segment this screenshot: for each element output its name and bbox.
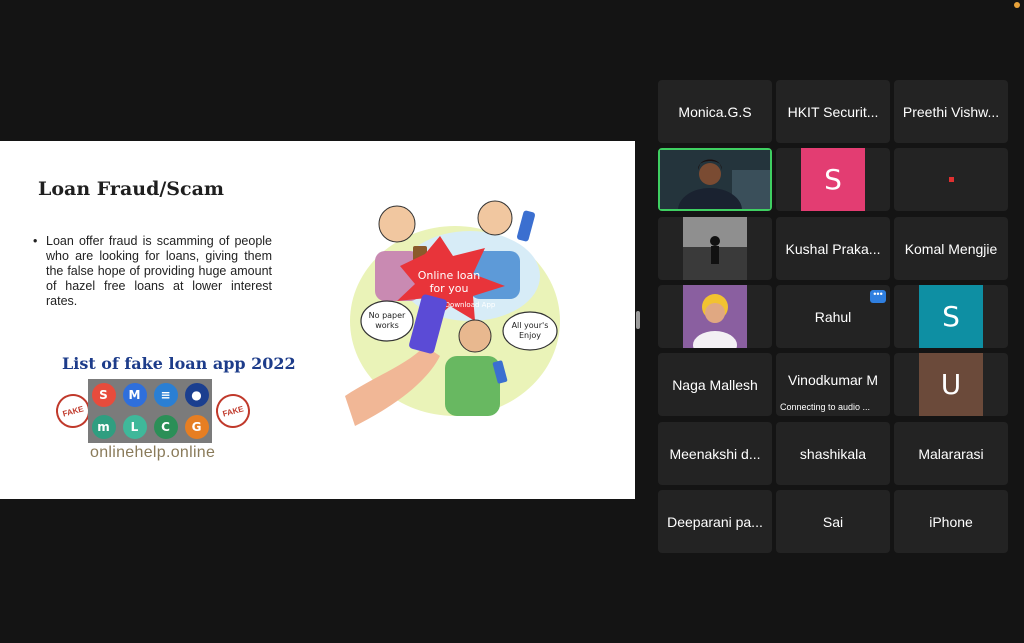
fake-app-icon: ≡	[153, 383, 178, 407]
fake-apps-title: List of fake loan app 2022	[62, 354, 296, 373]
participant-tile[interactable]	[658, 285, 772, 348]
bubble-left-line-1: No paper	[369, 311, 406, 320]
participant-tile[interactable]: Malararasi	[894, 422, 1008, 485]
participant-avatar: S	[919, 285, 983, 348]
participant-name: Deeparani pa...	[667, 513, 763, 530]
fake-stamp-right: FAKE	[212, 390, 254, 432]
fake-app-icon: m	[91, 415, 116, 439]
participant-tile[interactable]: Preethi Vishw...	[894, 80, 1008, 143]
notification-dot	[1014, 2, 1020, 8]
site-url: onlinehelp.online	[90, 444, 216, 461]
bubble-right-line-2: Enjoy	[519, 331, 541, 340]
participant-name: Naga Mallesh	[672, 376, 758, 393]
fake-stamp-left-label: FAKE	[61, 403, 85, 419]
fake-stamp-right-label: FAKE	[221, 403, 245, 419]
fake-apps-grid: S M ≡ ● m L C G	[88, 379, 212, 443]
participant-tile[interactable]	[658, 148, 772, 211]
participant-name: Kushal Praka...	[785, 240, 881, 257]
fake-app-icon: L	[122, 415, 147, 439]
participant-name: Komal Mengjie	[904, 240, 998, 257]
loan-fraud-cartoon: Online loan for you Download App No pape…	[345, 200, 560, 426]
participant-name: Preethi Vishw...	[902, 103, 1000, 120]
participant-tile[interactable]: S	[776, 148, 890, 211]
participant-avatar: U	[919, 353, 983, 416]
participant-tile[interactable]: S	[894, 285, 1008, 348]
fake-app-icon: ●	[184, 383, 209, 407]
participant-video	[660, 150, 770, 209]
participant-name: Meenakshi d...	[669, 445, 761, 462]
participant-avatar: S	[801, 148, 865, 211]
download-label: Download App	[445, 301, 496, 309]
participant-tile[interactable]: iPhone	[894, 490, 1008, 553]
audio-status: Connecting to audio ...	[780, 402, 871, 412]
more-options-icon[interactable]: •••	[870, 290, 886, 303]
participant-tile[interactable]: Kushal Praka...	[776, 217, 890, 280]
banner-line-1: Online loan	[418, 269, 481, 282]
recording-dot-icon	[948, 177, 954, 182]
participant-tile[interactable]: shashikala	[776, 422, 890, 485]
participant-tile[interactable]: HKIT Securit...	[776, 80, 890, 143]
participant-name: Vinodkumar M	[787, 371, 878, 388]
banner-line-2: for you	[430, 282, 469, 295]
participant-name: Rahul	[814, 308, 852, 325]
participant-tile[interactable]: Meenakshi d...	[658, 422, 772, 485]
participant-name: Monica.G.S	[678, 103, 752, 120]
participant-name: iPhone	[929, 513, 973, 530]
shared-screen-slide: Loan Fraud/Scam Loan offer fraud is scam…	[0, 141, 635, 499]
participant-tile[interactable]: Naga Mallesh	[658, 353, 772, 416]
participant-tile[interactable]	[658, 217, 772, 280]
participant-name: Malararasi	[918, 445, 984, 462]
participant-tile[interactable]: Vinodkumar M Connecting to audio ...	[776, 353, 890, 416]
fake-app-icon: S	[91, 383, 116, 407]
bubble-right-line-1: All your's	[512, 321, 549, 330]
participant-tile[interactable]: Rahul •••	[776, 285, 890, 348]
participant-name: HKIT Securit...	[787, 103, 879, 120]
participant-name: Sai	[822, 513, 844, 530]
bubble-left-line-2: works	[375, 321, 399, 330]
participant-photo	[683, 217, 747, 280]
fake-app-icon: C	[153, 415, 178, 439]
participant-tile[interactable]: Deeparani pa...	[658, 490, 772, 553]
participant-tile[interactable]: Komal Mengjie	[894, 217, 1008, 280]
participant-name: shashikala	[799, 445, 867, 462]
panel-resize-handle[interactable]	[636, 311, 640, 329]
participant-tile[interactable]: Monica.G.S	[658, 80, 772, 143]
slide-bullet: Loan offer fraud is scamming of people w…	[33, 234, 272, 309]
participant-tile[interactable]	[894, 148, 1008, 211]
participant-tile[interactable]: Sai	[776, 490, 890, 553]
fake-app-icon: G	[184, 415, 209, 439]
participant-photo	[683, 285, 747, 348]
slide-title: Loan Fraud/Scam	[38, 178, 224, 200]
fake-app-icon: M	[122, 383, 147, 407]
participant-tile[interactable]: U	[894, 353, 1008, 416]
